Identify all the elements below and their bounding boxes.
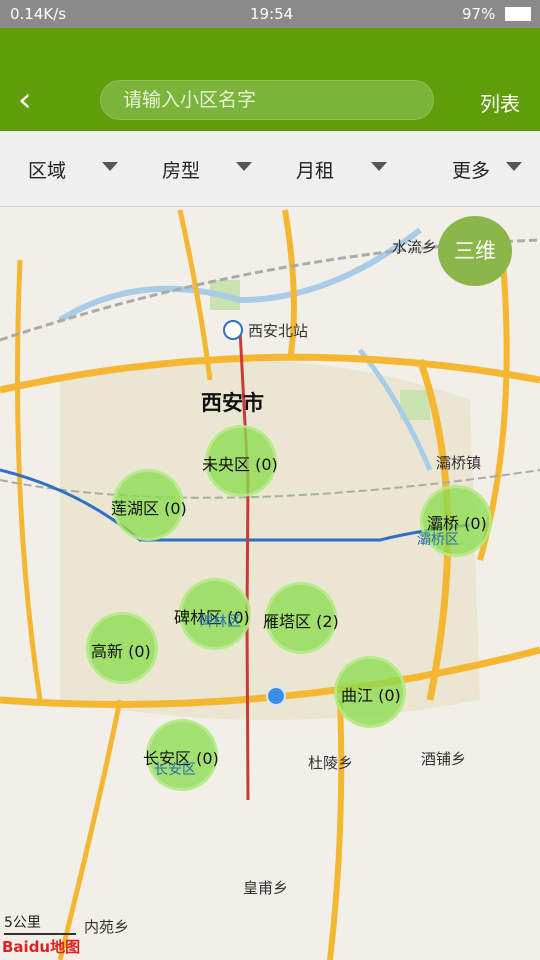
current-location-icon: [266, 686, 286, 706]
place-label: 水流乡: [392, 238, 438, 256]
baidu-logo: Baidu地图: [2, 938, 81, 956]
place-label: 酒铺乡: [421, 750, 467, 768]
district-label: 莲湖区 (0): [111, 499, 187, 518]
district-label: 雁塔区 (2): [263, 612, 339, 631]
chevron-down-icon: [236, 162, 252, 171]
list-view-button[interactable]: 列表: [480, 88, 520, 117]
clock: 19:54: [250, 5, 294, 23]
place-label: 内苑乡: [84, 918, 130, 936]
chevron-down-icon: [102, 162, 118, 171]
filter-bar: 区域 房型 月租 更多: [0, 131, 540, 207]
back-icon[interactable]: ‹: [18, 80, 48, 120]
map-scale: 5公里: [4, 912, 76, 935]
battery-icon: [505, 7, 531, 21]
station-label: 西安北站: [248, 322, 309, 340]
area-label: 碑林区: [199, 614, 241, 630]
filter-region[interactable]: 区域: [28, 156, 66, 183]
district-label: 曲江 (0): [341, 686, 401, 705]
status-bar: 0.14K/s 19:54 97%: [0, 0, 540, 28]
district-label: 高新 (0): [91, 642, 151, 661]
map-view[interactable]: 水流乡 西安北站 西安市 灞桥镇 杜陵乡 酒铺乡 皇甫乡 内苑乡 未央区 (0)…: [0, 207, 540, 960]
area-label: 灞桥区: [417, 532, 459, 548]
filter-room-type[interactable]: 房型: [162, 156, 200, 183]
filter-more[interactable]: 更多: [452, 156, 490, 183]
filter-rent[interactable]: 月租: [296, 156, 334, 183]
search-input[interactable]: 请输入小区名字: [100, 80, 434, 120]
place-label: 灞桥镇: [436, 454, 482, 472]
place-label: 皇甫乡: [243, 879, 289, 897]
place-label: 杜陵乡: [308, 754, 354, 772]
battery-level: 97%: [462, 5, 496, 23]
area-label: 长安区: [154, 762, 196, 778]
district-label: 未央区 (0): [202, 455, 278, 474]
three-d-toggle[interactable]: 三维: [438, 216, 512, 286]
chevron-down-icon: [506, 162, 522, 171]
chevron-down-icon: [371, 162, 387, 171]
network-speed: 0.14K/s: [10, 5, 67, 23]
city-label: 西安市: [201, 391, 264, 415]
app-bar: ‹ 请输入小区名字 列表: [0, 28, 540, 131]
